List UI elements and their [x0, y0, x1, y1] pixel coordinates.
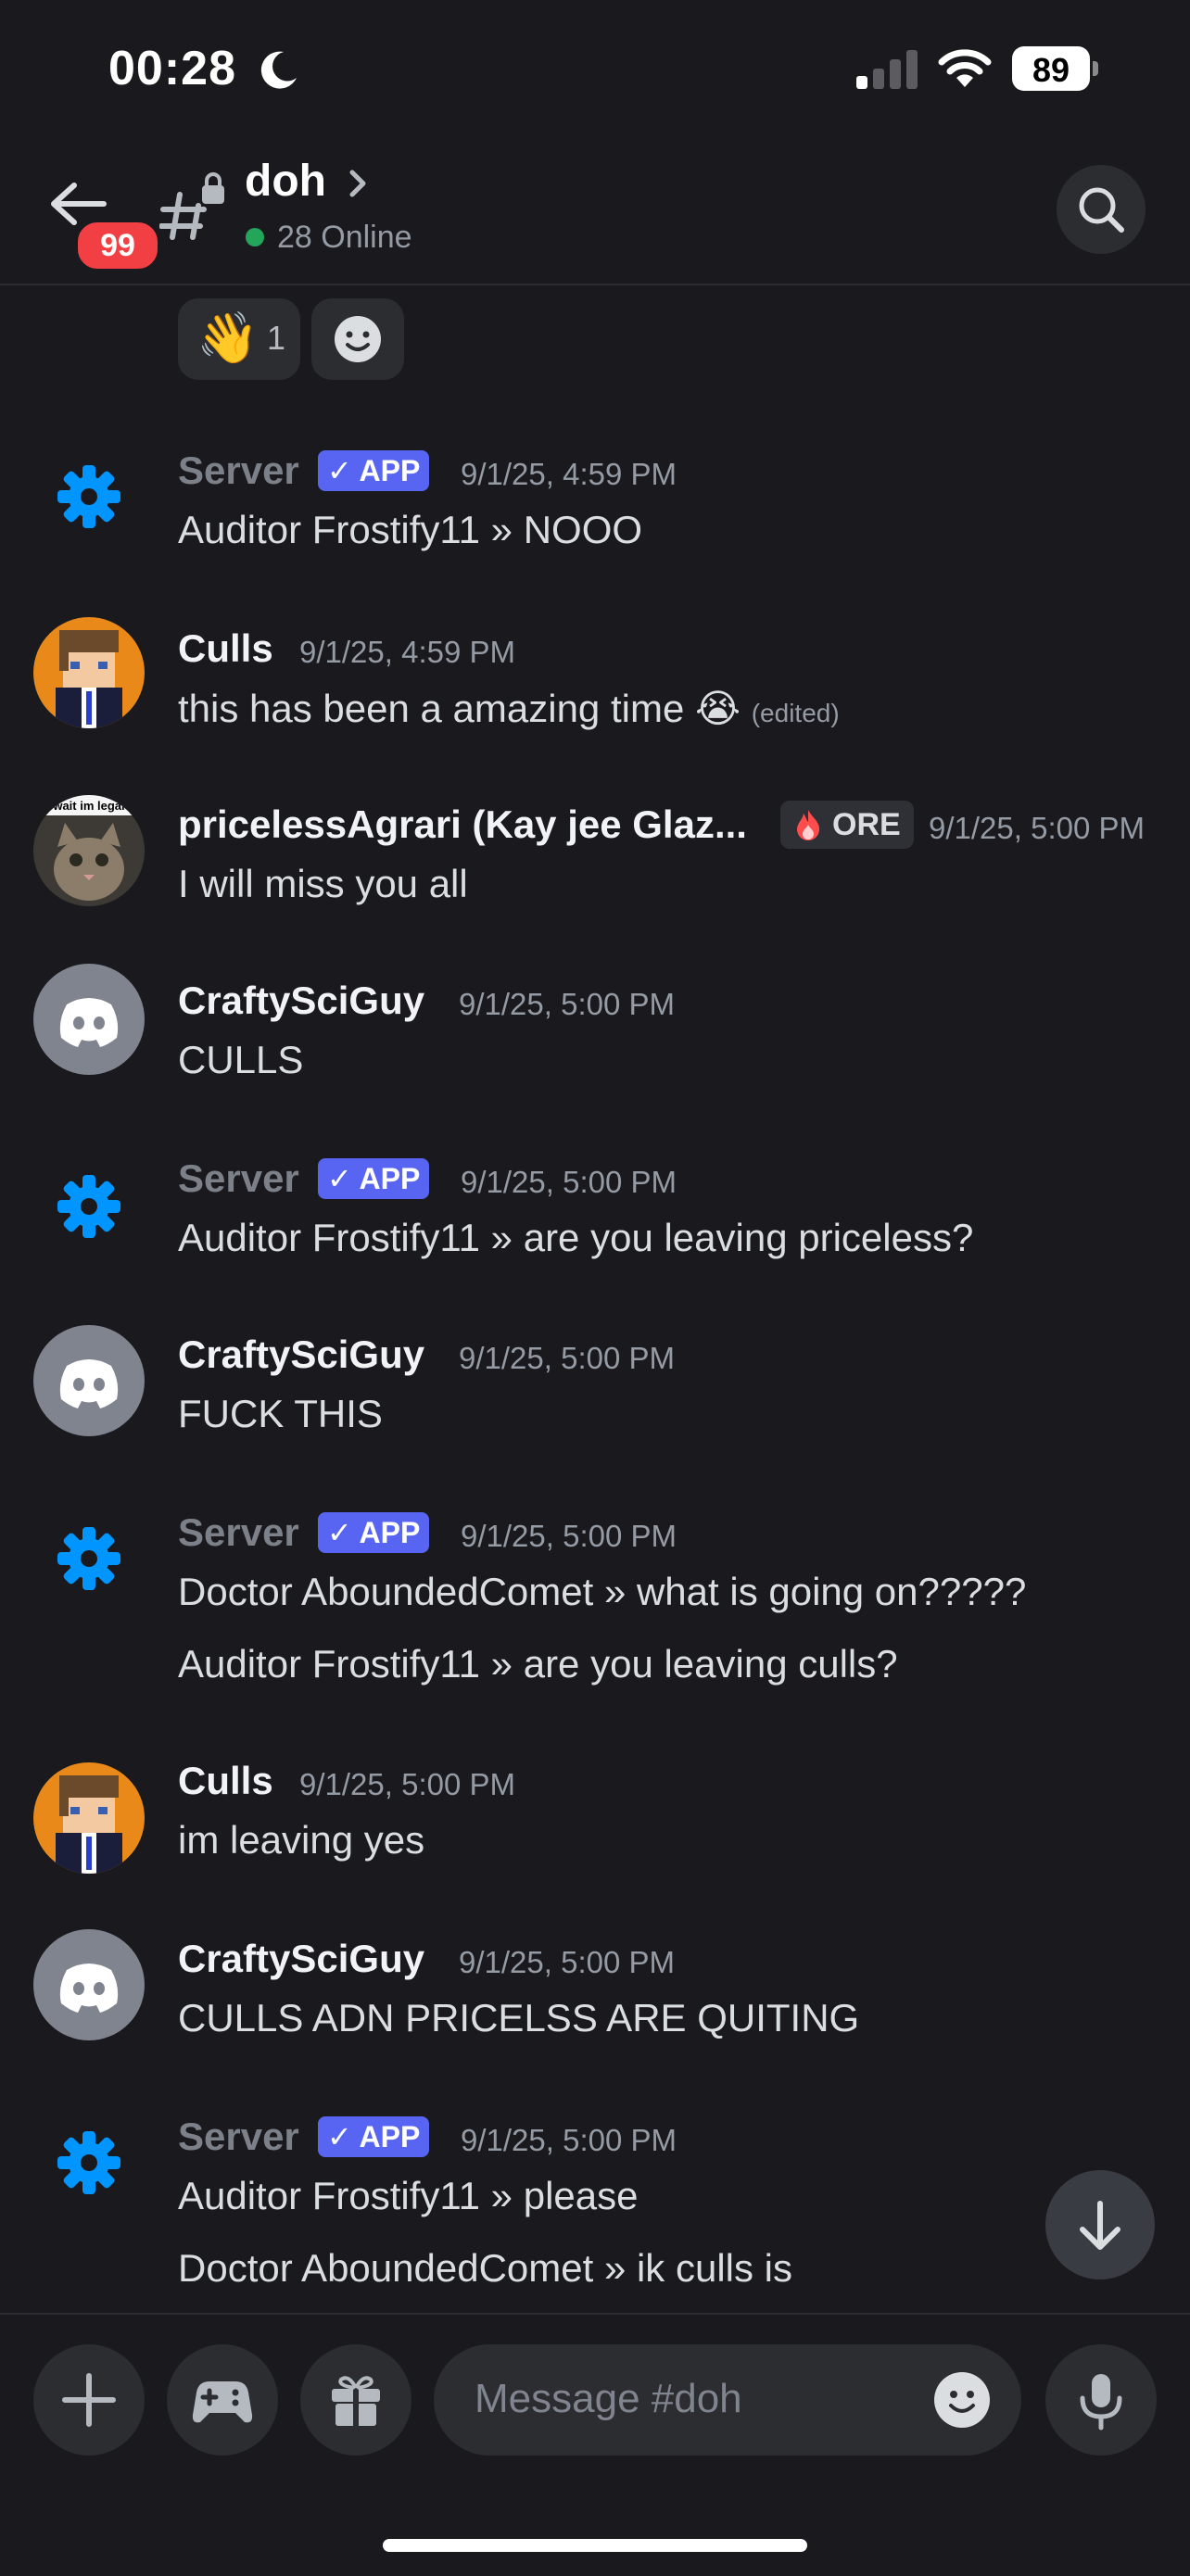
smiley-icon[interactable] — [932, 2370, 992, 2430]
moon-icon — [260, 51, 297, 89]
avatar[interactable]: wait im legal — [33, 795, 145, 906]
app-badge: ✓ APP — [318, 2116, 430, 2157]
battery-indicator: 89 — [1012, 46, 1101, 91]
unread-badge: 99 — [74, 219, 161, 272]
app-badge: ✓ APP — [318, 1512, 430, 1553]
discord-logo-icon — [59, 1964, 119, 2013]
status-time: 00:28 — [108, 42, 236, 95]
message-timestamp: 9/1/25, 5:00 PM — [299, 1767, 515, 1801]
message-author[interactable]: Server — [178, 1156, 299, 1201]
add-reaction-button[interactable] — [311, 298, 404, 380]
message-timestamp: 9/1/25, 5:00 PM — [459, 1945, 675, 1979]
message-timestamp: 9/1/25, 5:00 PM — [929, 811, 1145, 845]
gear-icon[interactable] — [52, 2126, 126, 2200]
message-text: Auditor Frostify11 » are you leaving pri… — [178, 1216, 974, 1259]
reaction-emoji: 👋 — [196, 310, 260, 366]
avatar[interactable] — [33, 1929, 145, 2040]
search-icon — [1079, 187, 1124, 233]
message-author[interactable]: Server — [178, 1510, 299, 1555]
message-timestamp: 9/1/25, 4:59 PM — [299, 635, 515, 669]
message-text: CULLS — [178, 1038, 304, 1081]
message-text: Doctor AboundedComet » what is going on?… — [178, 1570, 1027, 1613]
app-badge: ✓ APP — [318, 1158, 430, 1199]
arrow-down-icon — [1080, 2201, 1120, 2250]
message-timestamp: 9/1/25, 5:00 PM — [459, 987, 675, 1021]
gear-icon[interactable] — [52, 1522, 126, 1596]
gear-icon[interactable] — [52, 1169, 126, 1244]
chevron-right-icon[interactable] — [345, 167, 371, 200]
message-author[interactable]: CraftySciGuy — [178, 979, 424, 1023]
message-author[interactable]: Culls — [178, 1759, 273, 1803]
message-author[interactable]: pricelessAgrari (Kay jee Glaz... — [178, 802, 747, 847]
message-author[interactable]: Server — [178, 2115, 299, 2159]
message-author[interactable]: CraftySciGuy — [178, 1332, 424, 1377]
microphone-icon — [1080, 2374, 1122, 2431]
role-badge: ORE — [780, 801, 914, 849]
add-attachment-button[interactable] — [33, 2344, 145, 2456]
gamepad-icon — [192, 2381, 253, 2423]
plus-icon — [62, 2373, 116, 2427]
gift-icon — [332, 2376, 380, 2426]
edited-label: (edited) — [751, 699, 840, 727]
message-text: Doctor AboundedComet » ik culls is — [178, 2246, 792, 2290]
discord-logo-icon — [59, 1359, 119, 1408]
status-bar: 00:28 89 — [0, 0, 1190, 139]
home-indicator[interactable] — [383, 2539, 807, 2552]
app-badge: ✓ APP — [318, 450, 430, 491]
message-timestamp: 9/1/25, 4:59 PM — [461, 457, 677, 491]
message-text: CULLS ADN PRICELSS ARE QUITING — [178, 1996, 860, 2039]
message-timestamp: 9/1/25, 5:00 PM — [459, 1341, 675, 1375]
gift-button[interactable] — [300, 2344, 411, 2456]
locked-hash-icon — [159, 172, 224, 240]
avatar[interactable] — [33, 964, 145, 1075]
message-input[interactable]: Message #doh — [434, 2344, 1021, 2456]
avatar-caption: wait im legal — [52, 799, 124, 813]
message-text: this has been a amazing time 😭 (edited) — [178, 687, 840, 730]
voice-message-button[interactable] — [1045, 2344, 1157, 2456]
message-timestamp: 9/1/25, 5:00 PM — [461, 2123, 677, 2157]
activities-button[interactable] — [167, 2344, 278, 2456]
avatar[interactable] — [33, 1325, 145, 1436]
reaction-count: 1 — [267, 319, 286, 357]
message-text: im leaving yes — [178, 1818, 425, 1862]
role-name: ORE — [832, 807, 901, 842]
message-author[interactable]: Culls — [178, 626, 273, 671]
flame-icon — [797, 810, 819, 840]
message-timestamp: 9/1/25, 5:00 PM — [461, 1165, 677, 1199]
online-count: 28 Online — [277, 220, 412, 255]
message-text: I will miss you all — [178, 862, 468, 905]
message-author[interactable]: CraftySciGuy — [178, 1937, 424, 1981]
avatar[interactable] — [33, 617, 145, 728]
message-timestamp: 9/1/25, 5:00 PM — [461, 1519, 677, 1553]
avatar[interactable] — [33, 1762, 145, 1874]
channel-name[interactable]: doh — [245, 156, 326, 207]
gear-icon[interactable] — [52, 460, 126, 534]
message-text: FUCK THIS — [178, 1392, 383, 1435]
search-button[interactable] — [1057, 165, 1146, 254]
battery-percent: 89 — [1032, 51, 1070, 89]
jump-to-present-button[interactable] — [1045, 2170, 1155, 2279]
message-author[interactable]: Server — [178, 448, 299, 493]
discord-logo-icon — [59, 998, 119, 1047]
smiley-icon — [335, 316, 381, 362]
reaction-wave[interactable]: 👋 1 — [178, 298, 300, 380]
online-dot — [246, 228, 264, 246]
wifi-icon — [938, 49, 992, 87]
message-text: Auditor Frostify11 » NOOO — [178, 508, 643, 551]
message-text: Auditor Frostify11 » please — [178, 2174, 639, 2217]
signal-icon — [856, 50, 918, 89]
message-placeholder: Message #doh — [475, 2376, 742, 2421]
message-text: Auditor Frostify11 » are you leaving cul… — [178, 1642, 898, 1686]
